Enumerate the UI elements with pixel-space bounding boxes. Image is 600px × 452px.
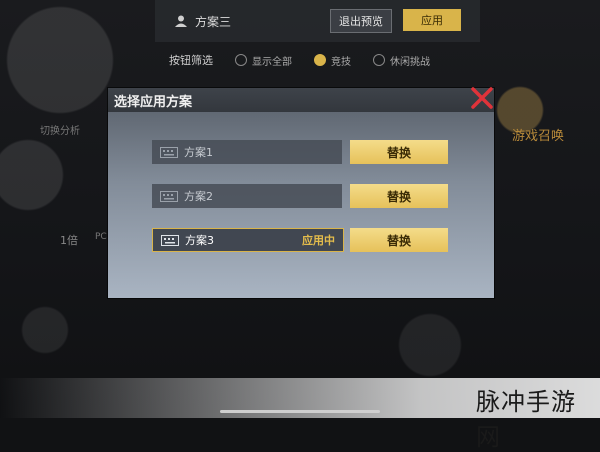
- close-icon[interactable]: [470, 86, 494, 110]
- filter-option-casual[interactable]: 休闲挑战: [373, 53, 430, 68]
- top-toolbar: 方案三 退出预览 应用: [155, 0, 480, 42]
- filter-option-label: 竞技: [331, 56, 351, 68]
- user-icon: [173, 13, 189, 29]
- scheme-field[interactable]: 方案1: [152, 140, 342, 164]
- filter-option-all[interactable]: 显示全部: [235, 53, 292, 68]
- replace-button[interactable]: 替换: [350, 184, 448, 208]
- button-filter-bar: 按钮筛选 显示全部 竞技 休闲挑战: [155, 48, 480, 72]
- in-use-badge: 应用中: [302, 234, 335, 247]
- scheme-row-3: 方案3 应用中 替换: [152, 228, 448, 254]
- select-scheme-dialog: 选择应用方案 方案1 替换 方案2 替换 方案3 应用中 替换: [108, 86, 494, 298]
- scheme-field-active[interactable]: 方案3 应用中: [152, 228, 344, 252]
- scheme-name: 方案三: [195, 14, 232, 29]
- keyboard-icon: [160, 190, 178, 202]
- filter-label: 按钮筛选: [169, 54, 213, 67]
- filter-option-label: 休闲挑战: [390, 56, 430, 68]
- replace-button[interactable]: 替换: [350, 140, 448, 164]
- radio-checked-icon: [314, 54, 326, 66]
- replace-button[interactable]: 替换: [350, 228, 448, 252]
- scheme-row-1: 方案1 替换: [152, 140, 448, 166]
- current-scheme[interactable]: 方案三: [173, 10, 243, 32]
- scheme-name: 方案1: [184, 146, 213, 159]
- scheme-row-2: 方案2 替换: [152, 184, 448, 210]
- scheme-field[interactable]: 方案2: [152, 184, 342, 208]
- site-watermark: 脉冲手游网: [476, 388, 576, 451]
- bg-label-scope: 1倍: [60, 234, 78, 247]
- radio-icon: [235, 54, 247, 66]
- scheme-name: 方案3: [185, 234, 214, 247]
- dialog-title: 选择应用方案: [114, 94, 193, 110]
- filter-option-label: 显示全部: [252, 56, 292, 68]
- keyboard-icon: [160, 146, 178, 158]
- dialog-header: 选择应用方案: [108, 88, 494, 112]
- bg-label-pc: PC: [95, 232, 107, 242]
- keyboard-icon: [161, 234, 179, 246]
- exit-preview-button[interactable]: 退出预览: [330, 9, 392, 33]
- bg-label-left: 切换分析: [40, 126, 80, 137]
- apply-button[interactable]: 应用: [403, 9, 461, 31]
- radio-icon: [373, 54, 385, 66]
- filter-option-competitive[interactable]: 竞技: [314, 53, 351, 68]
- home-indicator: [220, 410, 380, 413]
- bg-label-right: 游戏召唤: [512, 129, 565, 144]
- scheme-name: 方案2: [184, 190, 213, 203]
